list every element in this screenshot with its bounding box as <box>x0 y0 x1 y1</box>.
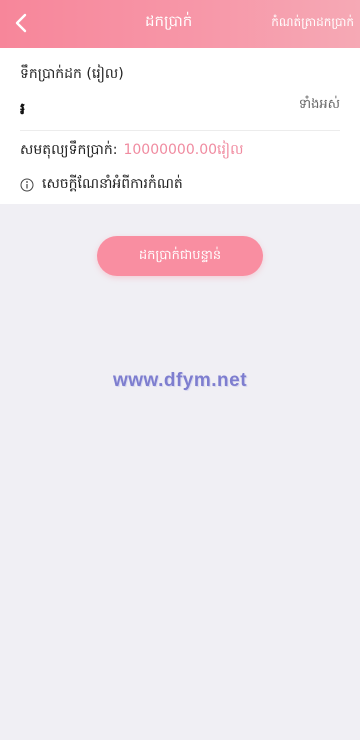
withdraw-form-card: ទឹកប្រាក់ដក (រៀល) ៛ ទាំងអស់ សមតុល្យទឹកប្… <box>0 48 360 204</box>
amount-label: ទឹកប្រាក់ដក (រៀល) <box>20 66 124 82</box>
currency-symbol: ៛ <box>20 99 26 118</box>
withdraw-records-link[interactable]: កំណត់ត្រាដកប្រាក់ <box>271 14 354 32</box>
settings-guide-label: សេចក្តីណែនាំអំពីការកំណត់ <box>42 176 183 192</box>
balance-label: សមតុល្យទឹកប្រាក់: <box>20 142 118 158</box>
watermark: www.dfym.net <box>112 370 248 391</box>
chevron-left-icon[interactable] <box>14 13 28 33</box>
page-title: ដកប្រាក់ <box>145 12 193 30</box>
settings-guide-link[interactable]: សេចក្តីណែនាំអំពីការកំណត់ <box>20 174 183 195</box>
top-header: ដកប្រាក់ កំណត់ត្រាដកប្រាក់ <box>0 0 360 48</box>
withdraw-all-button[interactable]: ទាំងអស់ <box>299 96 340 115</box>
divider <box>20 130 340 131</box>
withdraw-now-button[interactable]: ដកប្រាក់ជាបន្ទាន់ <box>97 236 263 276</box>
balance-row: សមតុល្យទឹកប្រាក់: 10000000.00រៀល <box>20 140 243 161</box>
amount-input[interactable] <box>50 92 264 122</box>
back-button[interactable] <box>6 8 36 38</box>
balance-value: 10000000.00រៀល <box>123 142 244 158</box>
info-icon <box>20 178 34 192</box>
